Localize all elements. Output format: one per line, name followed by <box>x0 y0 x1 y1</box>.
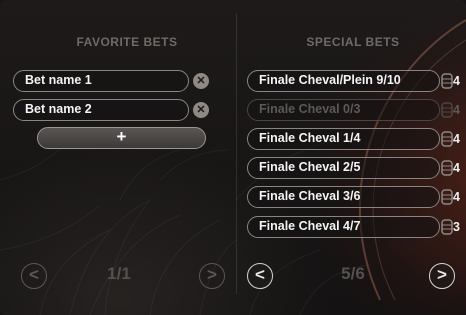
favorite-bets-title: FAVORITE BETS <box>76 35 178 49</box>
special-bet-item[interactable]: Finale Cheval 2/5 <box>247 157 440 179</box>
special-next-page-button[interactable]: > <box>429 263 455 289</box>
add-favorite-button[interactable]: + <box>37 127 206 149</box>
panel-divider <box>236 14 237 294</box>
special-bets-title: SPECIAL BETS <box>306 35 400 49</box>
favorite-bet-item[interactable]: Bet name 2 <box>13 99 189 121</box>
chip-count: 3 <box>453 220 460 234</box>
special-bet-item[interactable]: Finale Cheval 1/4 <box>247 128 440 150</box>
chip-stack-icon <box>441 73 453 89</box>
chip-count: 4 <box>453 190 460 204</box>
chip-stack-icon <box>441 160 453 176</box>
chip-count: 4 <box>453 103 460 117</box>
special-bet-item-disabled: Finale Cheval 0/3 <box>247 99 440 121</box>
special-bet-item[interactable]: Finale Cheval 3/6 <box>247 186 440 208</box>
chip-count: 4 <box>453 74 460 88</box>
favorite-prev-page-button[interactable]: < <box>21 263 47 289</box>
special-bet-item[interactable]: Finale Cheval 4/7 <box>247 216 440 238</box>
special-prev-page-button[interactable]: < <box>247 263 273 289</box>
favorite-bet-item[interactable]: Bet name 1 <box>13 70 189 92</box>
favorite-next-page-button[interactable]: > <box>199 263 225 289</box>
bets-panel: FAVORITE BETS Bet name 1 ✕ Bet name 2 ✕ … <box>0 0 466 315</box>
close-icon[interactable]: ✕ <box>193 102 209 118</box>
chip-count: 4 <box>453 132 460 146</box>
close-icon[interactable]: ✕ <box>193 73 209 89</box>
chip-stack-icon <box>441 102 453 118</box>
special-bet-item[interactable]: Finale Cheval/Plein 9/10 <box>247 70 440 92</box>
chip-stack-icon <box>441 131 453 147</box>
favorite-page-indicator: 1/1 <box>107 264 131 283</box>
chip-stack-icon <box>441 189 453 205</box>
special-page-indicator: 5/6 <box>341 264 365 283</box>
chip-stack-icon <box>441 219 453 235</box>
chip-count: 4 <box>453 161 460 175</box>
